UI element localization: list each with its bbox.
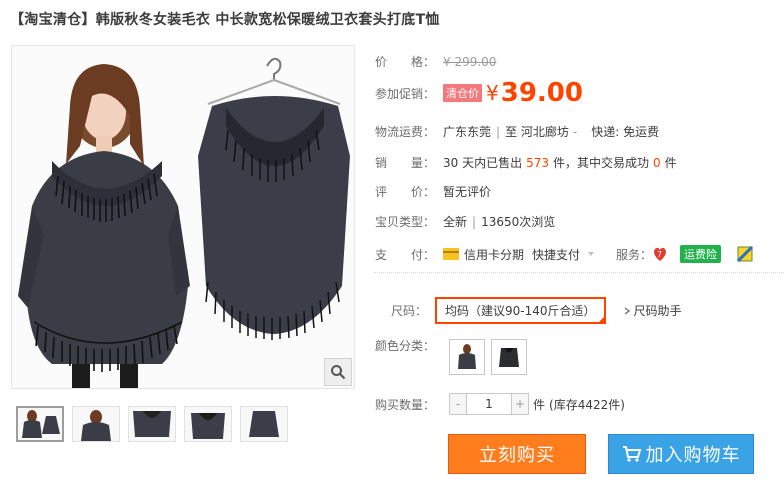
- product-title: 【淘宝清仓】韩版秋冬女装毛衣 中长款宽松保暖绒卫衣套头打底T恤: [10, 12, 440, 28]
- quantity-unit: 件: [533, 397, 546, 412]
- credit-installment[interactable]: 信用卡分期: [464, 246, 524, 263]
- rating-label: 评 价：: [375, 185, 436, 199]
- thumbnail-1[interactable]: [16, 406, 64, 442]
- buy-now-label: 立刻购买: [479, 445, 555, 466]
- shipping-destination[interactable]: 至 河北廊坊: [505, 123, 569, 140]
- shipping-separator: |: [496, 124, 501, 139]
- type-value: 全新: [443, 215, 468, 229]
- guarantee-icon[interactable]: [737, 246, 754, 262]
- section-divider: [374, 272, 784, 273]
- thumbnail-strip: [16, 406, 288, 442]
- sales-mid: 件，其中交易成功: [553, 156, 650, 170]
- shipping-row: 物流运费： 广东东莞 | 至 河北廊坊 - 快递: 免运费: [375, 123, 659, 140]
- color-row: 颜色分类：: [375, 337, 447, 354]
- chevron-right-icon: [624, 307, 630, 314]
- seven-day-return-icon[interactable]: 7: [652, 246, 668, 262]
- add-to-cart-label: 加入购物车: [645, 445, 741, 466]
- promo-currency: ¥: [486, 81, 499, 105]
- thumbnail-4-image: [185, 407, 231, 441]
- thumbnail-1-image: [18, 408, 62, 440]
- thumbnail-3[interactable]: [128, 406, 176, 442]
- payment-label: 支 付：: [375, 247, 436, 262]
- size-row: 尺码： 均码（建议90-140斤合适） 尺码助手: [375, 297, 682, 324]
- sales-suffix: 件: [664, 156, 677, 170]
- cart-icon: [622, 446, 641, 462]
- svg-text:7: 7: [657, 250, 662, 259]
- stock-count: (库存4422件): [549, 397, 625, 412]
- quantity-decrease-button[interactable]: -: [450, 394, 466, 414]
- type-row: 宝贝类型： 全新 | 13650次浏览: [375, 213, 555, 230]
- freight-insurance-badge[interactable]: 运费险: [680, 245, 722, 263]
- chevron-down-icon[interactable]: [586, 249, 596, 259]
- shipping-fee: 快递: 免运费: [591, 125, 660, 139]
- color-swatch-1-image: [458, 344, 476, 369]
- type-separator: |: [472, 214, 477, 229]
- quantity-increase-button[interactable]: +: [512, 394, 528, 414]
- quantity-row: 购买数量： - 1 + 件 (库存4422件): [375, 393, 625, 415]
- thumbnail-2-image: [73, 407, 119, 441]
- thumbnail-5[interactable]: [240, 406, 288, 442]
- color-swatch-2[interactable]: [491, 339, 527, 375]
- quantity-stepper: - 1 +: [449, 393, 529, 415]
- add-to-cart-button[interactable]: 加入购物车: [608, 434, 754, 474]
- rating-row: 评 价： 暂无评价: [375, 183, 491, 200]
- destination-dropdown[interactable]: -: [573, 125, 577, 139]
- quantity-input[interactable]: 1: [466, 394, 512, 414]
- rating-value: 暂无评价: [443, 185, 492, 199]
- service-label: 服务：: [616, 247, 653, 262]
- color-swatch-1[interactable]: [449, 339, 485, 375]
- price-label: 价 格：: [375, 55, 436, 69]
- success-count: 0: [653, 155, 661, 170]
- sales-prefix: 30 天内已售出: [443, 156, 523, 170]
- price-row: 价 格： ¥ 299.00: [375, 53, 496, 70]
- sales-row: 销 量： 30 天内已售出 573 件，其中交易成功 0 件: [375, 154, 677, 171]
- credit-card-icon: [443, 248, 459, 260]
- shipping-from: 广东东莞: [443, 125, 492, 139]
- promo-label: 参加促销：: [375, 86, 436, 101]
- original-price: ¥ 299.00: [443, 54, 497, 69]
- type-label: 宝贝类型：: [375, 215, 436, 229]
- main-product-image[interactable]: [11, 45, 355, 389]
- size-helper-link[interactable]: 尺码助手: [634, 302, 682, 319]
- sold-count: 573: [526, 155, 549, 170]
- promo-row: 参加促销： 清仓价 ¥ 39.00: [375, 78, 583, 108]
- sales-label: 销 量：: [375, 156, 436, 170]
- size-label: 尺码：: [390, 304, 427, 318]
- color-swatch-2-image: [499, 348, 519, 367]
- thumbnail-5-image: [241, 407, 287, 441]
- quick-pay[interactable]: 快捷支付: [532, 246, 580, 263]
- zoom-button[interactable]: [324, 358, 352, 386]
- size-option-selected[interactable]: 均码（建议90-140斤合适）: [435, 297, 606, 324]
- shipping-label: 物流运费：: [375, 125, 436, 139]
- color-swatches: [449, 339, 533, 375]
- product-photo: [12, 46, 354, 388]
- clearance-tag: 清仓价: [443, 84, 482, 102]
- view-count: 13650次浏览: [481, 215, 556, 229]
- payment-row: 支 付： 信用卡分期 快捷支付 服务： 7 运费险: [375, 245, 754, 263]
- thumbnail-2[interactable]: [72, 406, 120, 442]
- color-label: 颜色分类：: [375, 339, 436, 353]
- quantity-label: 购买数量：: [375, 397, 436, 412]
- thumbnail-3-image: [129, 407, 175, 441]
- thumbnail-4[interactable]: [184, 406, 232, 442]
- buy-now-button[interactable]: 立刻购买: [448, 434, 586, 474]
- magnifier-icon: [331, 365, 346, 380]
- promo-price: 39.00: [500, 78, 583, 108]
